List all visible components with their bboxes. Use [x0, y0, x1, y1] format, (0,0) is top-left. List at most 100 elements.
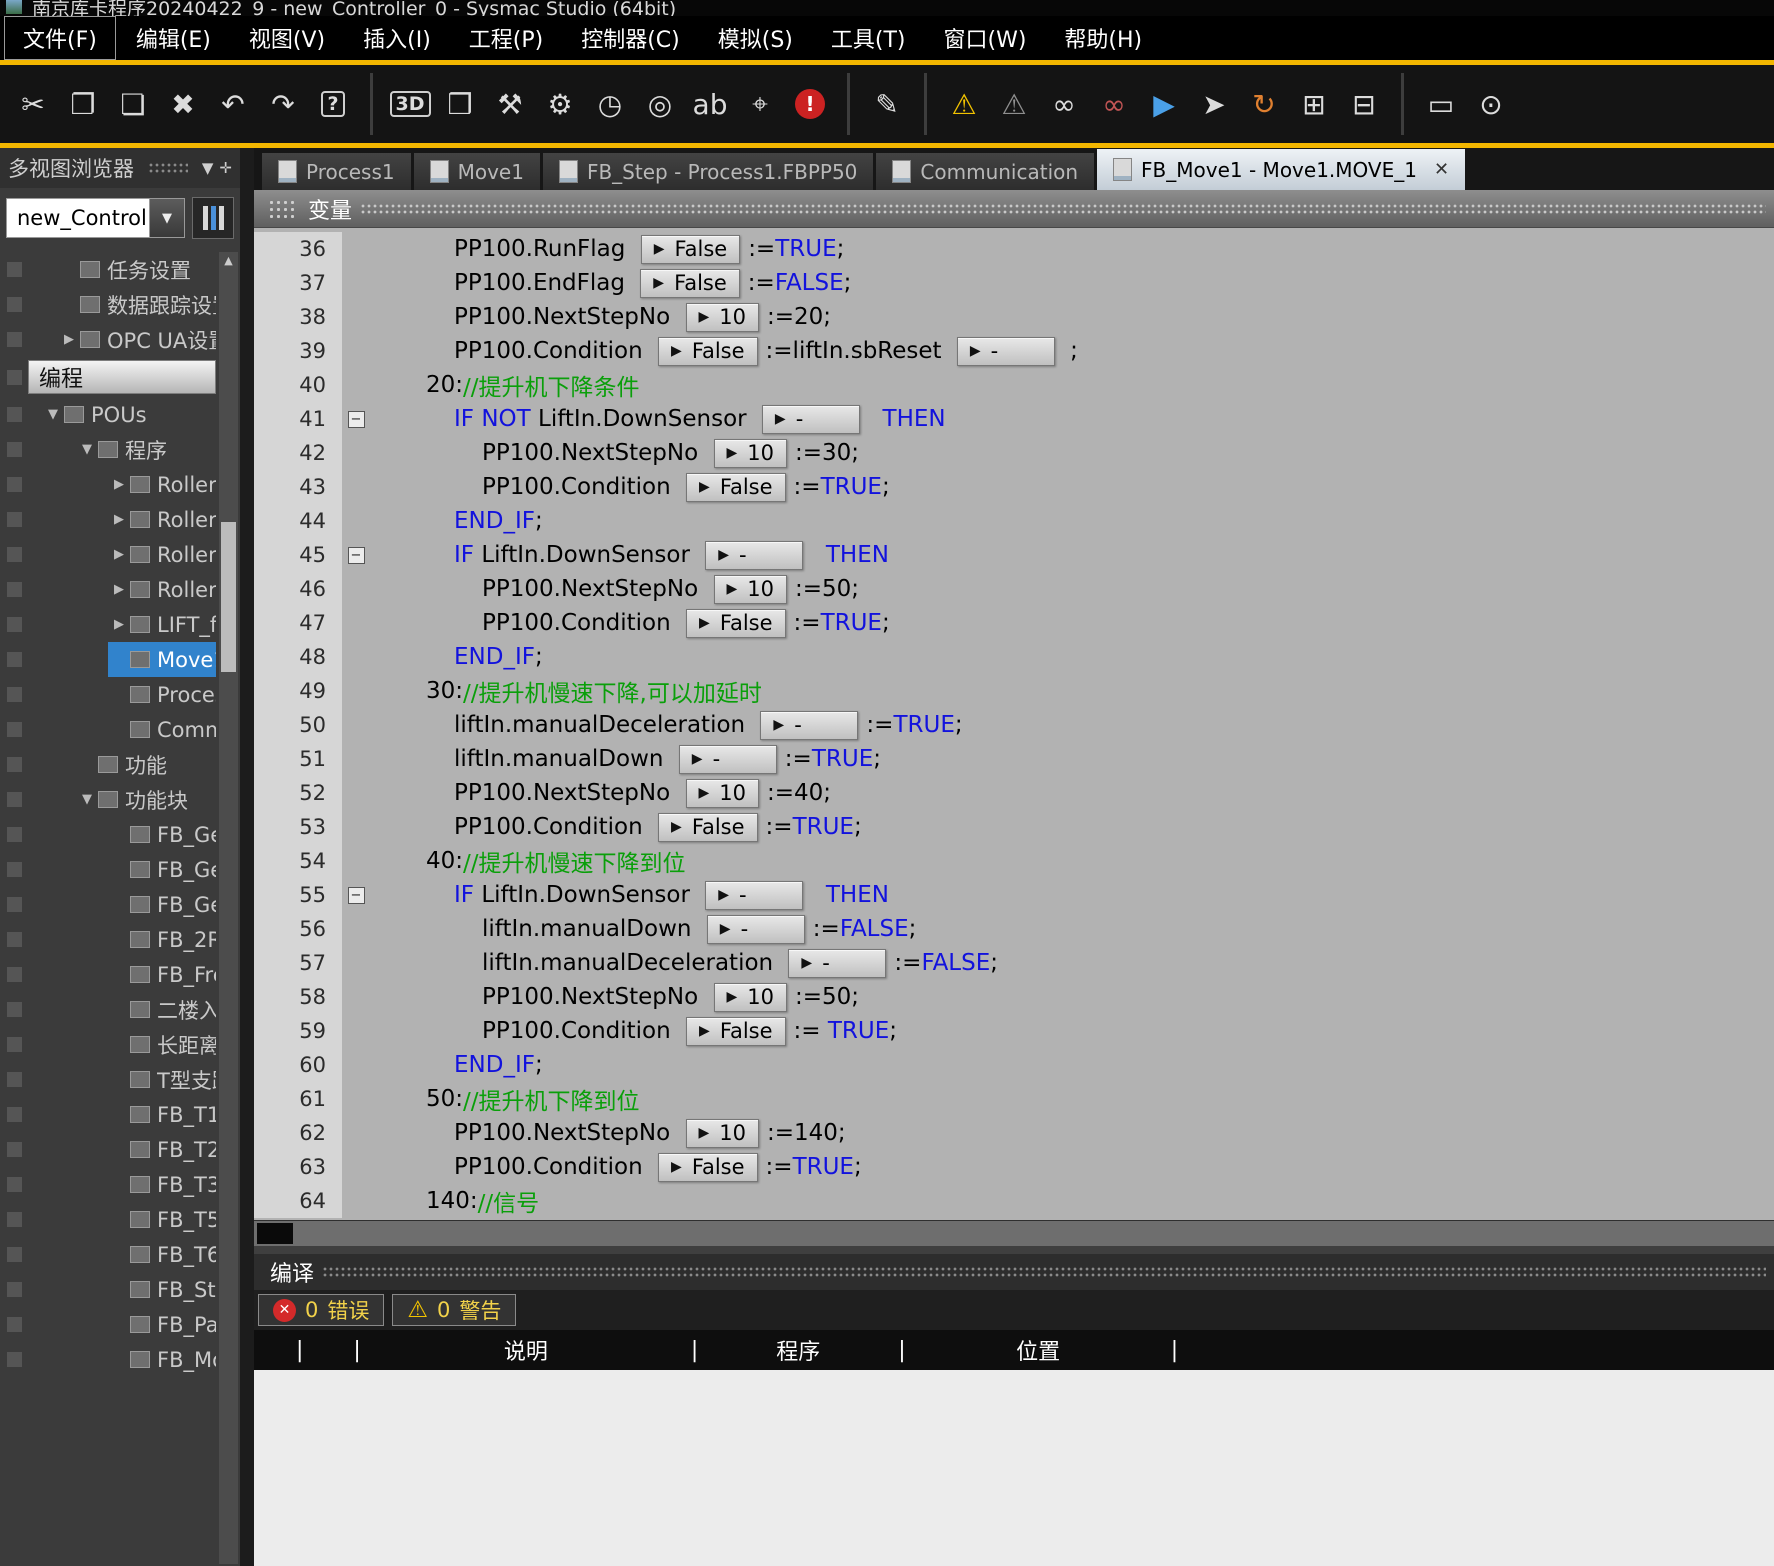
code-line[interactable]: 51 liftIn.manualDown ▶ -:= TRUE; [254, 742, 1774, 776]
sidebar-item[interactable]: FB_T5_2 [0, 1202, 216, 1237]
sidebar-item[interactable]: ▼ 程序 [0, 432, 216, 467]
menu-item[interactable]: 编辑(E) [118, 17, 229, 59]
editor-tab[interactable]: FB_Move1 - Move1.MOVE_1 ✕ [1097, 149, 1466, 190]
build-icon[interactable]: ⚒ [485, 76, 535, 132]
sidebar-item[interactable]: Move1 [0, 642, 216, 677]
code-line[interactable]: 42 PP100.NextStepNo ▶ 10:=30; [254, 436, 1774, 470]
menu-item[interactable]: 视图(V) [231, 17, 343, 59]
code-line[interactable]: 52 PP100.NextStepNo ▶ 10:=40; [254, 776, 1774, 810]
cross-reference-icon[interactable]: ◎ [635, 76, 685, 132]
fold-collapse-icon[interactable]: − [347, 410, 365, 428]
search-variable-icon[interactable]: ◷ [585, 76, 635, 132]
watch-value-box[interactable]: ▶ False [686, 608, 786, 638]
code-line[interactable]: 39 PP100.Condition ▶ False:=liftIn.sbReset… [254, 334, 1774, 368]
code-line[interactable]: 45− IF LiftIn.DownSensor ▶ - THEN [254, 538, 1774, 572]
code-line[interactable]: 63 PP100.Condition ▶ False:= TRUE; [254, 1150, 1774, 1184]
watch-value-box[interactable]: ▶ 10 [685, 1118, 760, 1148]
warning-disabled-icon[interactable]: ⚠ [989, 76, 1039, 132]
sidebar-item[interactable]: FB_Move [0, 1342, 216, 1377]
step-icon[interactable]: ➤ [1189, 76, 1239, 132]
panel-splitter[interactable] [240, 148, 254, 1566]
warnings-tab[interactable]: ⚠ 0 警告 [392, 1294, 517, 1326]
help-icon[interactable]: ? [308, 76, 358, 132]
paste-icon[interactable]: ❏ [108, 76, 158, 132]
watch-value-box[interactable]: ▶ - [705, 540, 804, 570]
code-line[interactable]: 50 liftIn.manualDeceleration ▶ -:= TRUE; [254, 708, 1774, 742]
watch-value-box[interactable]: ▶ - [705, 880, 804, 910]
variables-header[interactable]: 变量 [254, 190, 1774, 228]
code-line[interactable]: 53 PP100.Condition ▶ False:= TRUE; [254, 810, 1774, 844]
sidebar-item[interactable]: FB_Gene [0, 852, 216, 887]
watch-value-box[interactable]: ▶ 10 [713, 982, 788, 1012]
3d-view-icon[interactable]: 3D [385, 76, 435, 132]
menu-item[interactable]: 文件(F) [4, 16, 116, 60]
editor-tab[interactable]: FB_Step - Process1.FBPP50 [542, 153, 874, 190]
monitor-stop-icon[interactable]: ∞ [1089, 76, 1139, 132]
expand-arrow-icon[interactable]: ▼ [76, 792, 98, 807]
search-all-icon[interactable]: ⌖ [735, 76, 785, 132]
sidebar-item[interactable]: ▶ Roller_Bu [0, 467, 216, 502]
sidebar-scrollbar[interactable]: ▲ [219, 252, 238, 1564]
menu-item[interactable]: 插入(I) [345, 17, 449, 59]
undo-icon[interactable]: ↶ [208, 76, 258, 132]
region-select-icon[interactable]: ▭ [1416, 76, 1466, 132]
expand-arrow-icon[interactable]: ▶ [108, 582, 130, 597]
sidebar-item[interactable]: T型支路 [0, 1062, 216, 1097]
expand-arrow-icon[interactable]: ▼ [76, 442, 98, 457]
code-line[interactable]: 37 PP100.EndFlag ▶ False:= FALSE; [254, 266, 1774, 300]
copy-icon[interactable]: ❐ [58, 76, 108, 132]
redo-icon[interactable]: ↷ [258, 76, 308, 132]
fold-collapse-icon[interactable]: − [347, 886, 365, 904]
watch-value-box[interactable]: ▶ False [640, 268, 740, 298]
sidebar-item[interactable]: ▶ LIFT_floo [0, 607, 216, 642]
sidebar-item[interactable]: FB_T2_8 [0, 1132, 216, 1167]
rebuild-icon[interactable]: ⚙ [535, 76, 585, 132]
device-dropdown[interactable]: new_Control ▼ [6, 198, 185, 238]
watch-value-box[interactable]: ▶ - [788, 948, 887, 978]
expand-arrow-icon[interactable]: ▶ [58, 332, 80, 347]
fold-collapse-icon[interactable]: − [347, 546, 365, 564]
watch-tab-icon[interactable]: ab [685, 76, 735, 132]
sidebar-item[interactable]: ▼ POUs [0, 397, 216, 432]
watch-value-box[interactable]: ▶ False [686, 1016, 786, 1046]
sidebar-item[interactable]: ▶ Roller_flo [0, 572, 216, 607]
build-panel-header[interactable]: 编译 [254, 1254, 1774, 1290]
menu-item[interactable]: 工程(P) [451, 17, 561, 59]
watch-value-box[interactable]: ▶ 10 [713, 574, 788, 604]
scroll-up-icon[interactable]: ▲ [219, 252, 238, 270]
sidebar-item[interactable]: FB_Step [0, 1272, 216, 1307]
scrollbar-thumb[interactable] [221, 522, 236, 672]
watch-value-box[interactable]: ▶ - [678, 744, 777, 774]
code-line[interactable]: 55− IF LiftIn.DownSensor ▶ - THEN [254, 878, 1774, 912]
horizontal-scrollbar[interactable] [254, 1220, 1774, 1246]
expand-arrow-icon[interactable]: ▶ [108, 477, 130, 492]
code-line[interactable]: 36 PP100.RunFlag ▶ False:= TRUE; [254, 232, 1774, 266]
watch-value-box[interactable]: ▶ - [706, 914, 805, 944]
expand-arrow-icon[interactable]: ▼ [42, 407, 64, 422]
sidebar-item[interactable]: FB_T1_8 [0, 1097, 216, 1132]
sidebar-item[interactable]: 数据跟踪设置 [0, 287, 216, 322]
delete-icon[interactable]: ✖ [158, 76, 208, 132]
editor-tab[interactable]: Process1 [262, 153, 411, 190]
edit-mode-icon[interactable]: ✎ [862, 76, 912, 132]
watch-value-box[interactable]: ▶ 10 [685, 778, 760, 808]
scrollbar-thumb[interactable] [257, 1223, 293, 1244]
sidebar-item[interactable]: ▶ Roller_Bu [0, 502, 216, 537]
st-code-editor[interactable]: 36 PP100.RunFlag ▶ False:= TRUE; 37 PP100.End… [254, 228, 1774, 1220]
code-line[interactable]: 41− IF NOT LiftIn.DownSensor ▶ - THEN [254, 402, 1774, 436]
errors-tab[interactable]: ✕ 0 错误 [258, 1294, 385, 1326]
sidebar-item[interactable]: FB_T6_7 [0, 1237, 216, 1272]
sidebar-item[interactable]: FB_Gene [0, 887, 216, 922]
code-line[interactable]: 47 PP100.Condition ▶ False:= TRUE; [254, 606, 1774, 640]
code-line[interactable]: 38 PP100.NextStepNo ▶ 10:=20; [254, 300, 1774, 334]
cascade-windows-icon[interactable]: ⊟ [1339, 76, 1389, 132]
sidebar-item[interactable]: ▶ Roller_flo [0, 537, 216, 572]
watch-value-box[interactable]: ▶ False [658, 1152, 758, 1182]
sidebar-item[interactable]: 二楼入库 [0, 992, 216, 1027]
sidebar-item[interactable]: 长距离电 [0, 1027, 216, 1062]
code-line[interactable]: 58 PP100.NextStepNo ▶ 10:=50; [254, 980, 1774, 1014]
sidebar-item[interactable]: Process1 [0, 677, 216, 712]
watch-value-box[interactable]: ▶ - [761, 404, 860, 434]
expand-arrow-icon[interactable]: ▶ [108, 617, 130, 632]
code-line[interactable]: 44 END_IF; [254, 504, 1774, 538]
